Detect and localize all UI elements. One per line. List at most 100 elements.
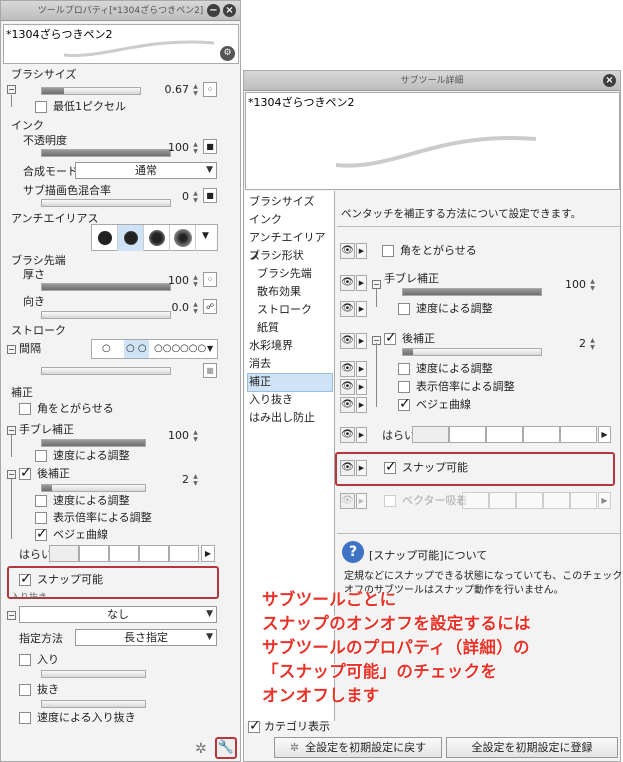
thickness-value[interactable]: 100 <box>151 274 189 287</box>
category-brush-shape[interactable]: ブラシ形状 <box>249 247 304 265</box>
sub-color-spinner[interactable]: ▲ ▼ <box>191 190 200 204</box>
interval-button[interactable]: ■ <box>203 363 217 378</box>
brush-size-slider[interactable] <box>41 87 141 95</box>
play-icon[interactable]: ▶ <box>356 427 367 443</box>
close-icon[interactable]: × <box>603 74 616 87</box>
brush-size-spinner[interactable]: ▲ ▼ <box>191 83 200 97</box>
tool-property-titlebar[interactable]: ツールプロパティ[*1304ざらつきペン2] − × <box>1 1 240 21</box>
detail-harai-segments[interactable]: ▶ <box>412 426 612 444</box>
eye-icon[interactable]: 👁 <box>340 397 355 413</box>
reset-all-button[interactable]: ✲ 全設定を初期設定に戻す <box>274 737 442 758</box>
sub-tool-detail-titlebar[interactable]: サブツール詳細 × <box>244 71 620 91</box>
wrench-icon[interactable]: 🔧 <box>215 737 237 759</box>
stabilize-slider[interactable] <box>41 439 146 447</box>
eye-icon[interactable]: 👁 <box>340 427 355 443</box>
fade-dropdown[interactable]: なし ▼ <box>19 606 217 623</box>
interval-selector[interactable]: ○ ○ ○ ○○○ ○○○ ▼ <box>91 339 218 359</box>
collapse-icon[interactable]: − <box>7 345 16 354</box>
eye-icon[interactable]: 👁 <box>340 379 355 395</box>
category-display-checkbox[interactable] <box>248 718 261 734</box>
harai-segments[interactable]: ▶ <box>49 545 217 563</box>
aa-medium[interactable] <box>144 225 170 251</box>
play-icon[interactable]: ▶ <box>356 379 367 395</box>
brush-size-value[interactable]: 0.67 <box>151 83 190 96</box>
opacity-value[interactable]: 100 <box>151 141 189 154</box>
zoom-adjust-checkbox[interactable] <box>35 512 47 524</box>
antialias-selector[interactable]: ▼ <box>91 224 218 251</box>
detail-stabilize-slider[interactable] <box>402 288 542 296</box>
collapse-icon[interactable]: − <box>7 426 16 435</box>
register-all-button[interactable]: 全設定を初期設定に登録 <box>446 737 618 758</box>
direction-value[interactable]: 0.0 <box>151 301 190 314</box>
collapse-icon[interactable]: − <box>7 611 16 620</box>
brush-size-shape-button[interactable]: ⁘ <box>203 82 217 97</box>
opacity-button[interactable]: ■ <box>203 139 217 154</box>
spec-method-dropdown[interactable]: 長さ指定 ▼ <box>75 629 217 646</box>
detail-post-correction-slider[interactable] <box>402 348 542 356</box>
play-icon[interactable]: ▶ <box>356 333 367 349</box>
stabilize-value[interactable]: 100 <box>151 429 189 442</box>
eye-icon[interactable]: 👁 <box>340 301 355 317</box>
category-brush-size[interactable]: ブラシサイズ <box>249 193 314 211</box>
chevron-down-icon[interactable]: ▼ <box>202 231 209 241</box>
post-correction-value[interactable]: 2 <box>151 473 189 486</box>
detail-stabilize-value[interactable]: 100 <box>554 278 586 291</box>
thickness-spinner[interactable]: ▲ ▼ <box>191 274 200 288</box>
category-scatter[interactable]: 散布効果 <box>257 283 301 301</box>
eye-icon[interactable]: 👁 <box>340 361 355 377</box>
stabilize-spinner[interactable]: ▲ ▼ <box>191 429 200 443</box>
detail-bezier-checkbox[interactable] <box>398 396 411 412</box>
sub-color-button[interactable]: ■ <box>203 188 217 203</box>
close-icon[interactable]: × <box>223 4 236 17</box>
eye-icon[interactable]: 👁 <box>340 243 355 259</box>
blend-mode-dropdown[interactable]: 通常 ▼ <box>75 162 217 179</box>
sub-color-value[interactable]: 0 <box>151 190 189 203</box>
detail-stabilize-spinner[interactable]: ▲ ▼ <box>588 278 597 292</box>
category-watercolor-edge[interactable]: 水彩境界 <box>249 337 293 355</box>
chevron-down-icon[interactable]: ▼ <box>207 340 213 358</box>
eye-icon[interactable]: 👁 <box>340 275 355 291</box>
detail-post-correction-value[interactable]: 2 <box>554 337 586 350</box>
play-icon[interactable]: ▶ <box>356 243 367 259</box>
interval-slider[interactable] <box>41 367 171 375</box>
play-icon[interactable]: ▶ <box>356 275 367 291</box>
detail-speed-adjust-checkbox[interactable] <box>398 303 410 315</box>
play-icon[interactable]: ▶ <box>356 361 367 377</box>
eye-icon[interactable]: 👁 <box>340 333 355 349</box>
collapse-icon[interactable]: − <box>7 470 16 479</box>
category-stroke[interactable]: ストローク <box>257 301 312 319</box>
detail-zoom-adjust-checkbox[interactable] <box>398 381 410 393</box>
reset-icon[interactable]: ✲ <box>195 741 207 757</box>
speed-fade-checkbox[interactable] <box>19 712 31 724</box>
detail-post-correction-spinner[interactable]: ▲ ▼ <box>588 337 597 351</box>
sharpen-corners-checkbox[interactable] <box>19 403 31 415</box>
collapse-icon[interactable]: − <box>372 280 381 289</box>
category-overflow-prevention[interactable]: はみ出し防止 <box>249 409 315 427</box>
collapse-icon[interactable]: − <box>7 85 16 94</box>
post-correction-checkbox[interactable] <box>19 465 32 481</box>
direction-spinner[interactable]: ▲ ▼ <box>191 301 200 315</box>
category-ink[interactable]: インク <box>249 211 282 229</box>
speed-adjust-checkbox[interactable] <box>35 450 47 462</box>
vector-snap-checkbox[interactable] <box>384 495 396 507</box>
min-1px-checkbox[interactable] <box>35 101 47 113</box>
direction-button[interactable]: ☍ <box>203 299 217 314</box>
aa-strong[interactable] <box>170 225 196 251</box>
category-erase[interactable]: 消去 <box>249 355 271 373</box>
opacity-spinner[interactable]: ▲ ▼ <box>191 141 200 155</box>
play-icon[interactable]: ▶ <box>356 301 367 317</box>
post-correction-slider[interactable] <box>41 484 146 492</box>
minimize-icon[interactable]: − <box>207 4 220 17</box>
vector-snap-segments[interactable]: ▶ <box>462 492 612 510</box>
fade-in-slider[interactable] <box>41 670 146 678</box>
thickness-button[interactable]: ⁘ <box>203 272 217 287</box>
category-brush-tip[interactable]: ブラシ先端 <box>257 265 312 283</box>
play-icon[interactable]: ▶ <box>356 397 367 413</box>
speed-adjust2-checkbox[interactable] <box>35 495 47 507</box>
detail-speed-adjust2-checkbox[interactable] <box>398 363 410 375</box>
category-paper[interactable]: 紙質 <box>257 319 279 337</box>
play-icon[interactable]: ▶ <box>356 493 367 509</box>
detail-post-correction-checkbox[interactable] <box>384 330 397 346</box>
post-correction-spinner[interactable]: ▲ ▼ <box>191 473 200 487</box>
fade-out-checkbox[interactable] <box>19 684 31 696</box>
